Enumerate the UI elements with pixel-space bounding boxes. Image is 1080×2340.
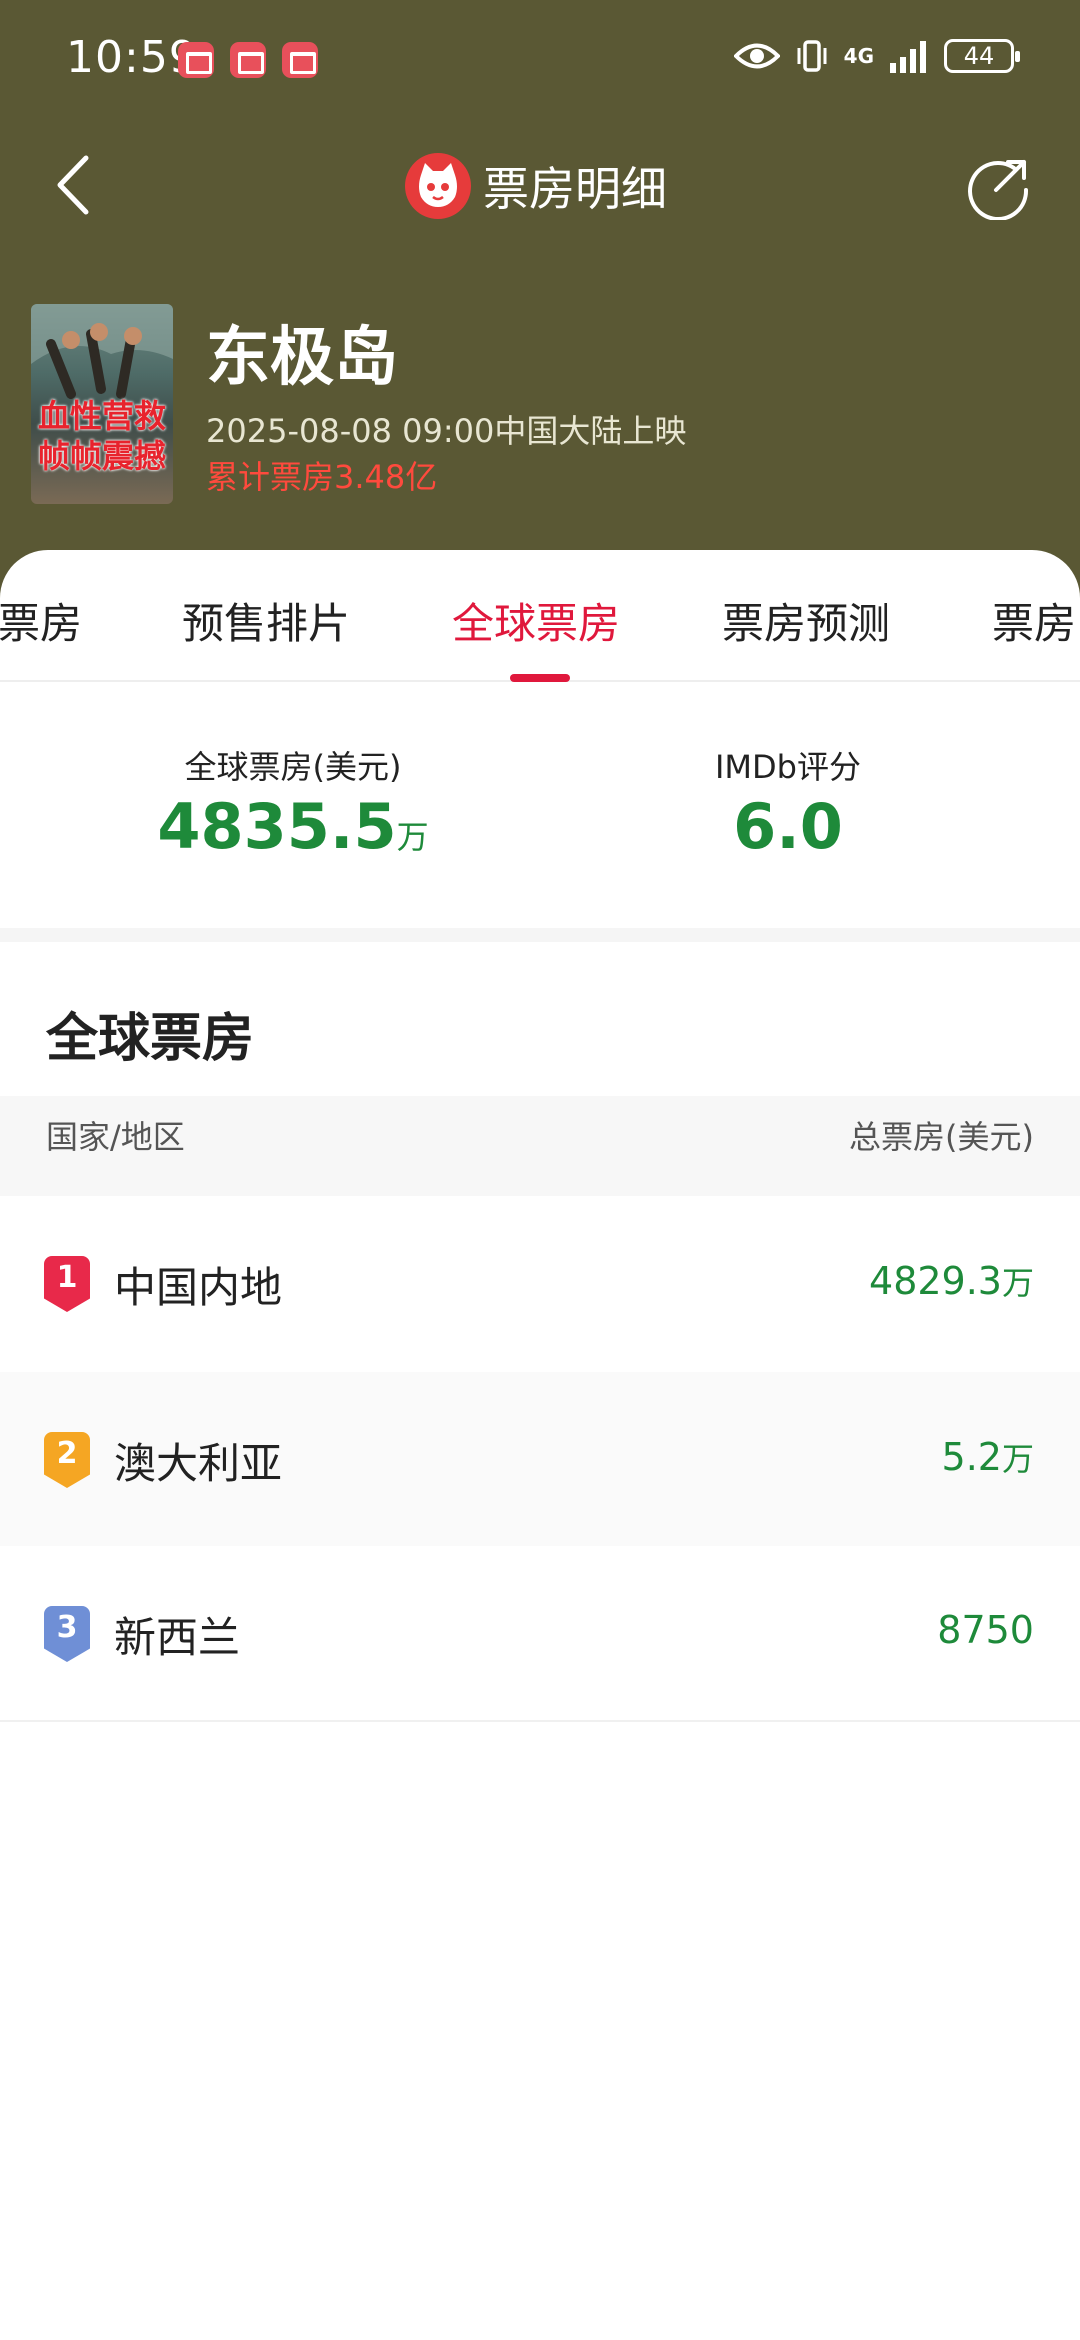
tab-global-box-office[interactable]: 全球票房 — [452, 590, 620, 651]
region-name: 中国内地 — [114, 1263, 283, 1312]
tab-box-office-more[interactable]: 票房 — [992, 590, 1076, 651]
rank-badge: 3 — [44, 1606, 90, 1662]
table-row: 3 新西兰 8750 — [0, 1546, 1080, 1720]
page-title: 票房明细 — [483, 162, 667, 216]
status-bar: 10:59 4G 44 — [0, 0, 1080, 120]
share-icon — [968, 160, 1029, 221]
global-box-office-value: 4835.5万 — [157, 790, 429, 863]
status-indicators: 4G 44 — [733, 38, 1020, 74]
movie-poster[interactable]: 血性营救 帧帧震撼 — [31, 304, 173, 504]
imdb-rating-value: 6.0 — [733, 790, 843, 863]
cumulative-box-office: 累计票房3.48亿 — [206, 458, 438, 496]
battery-level: 44 — [963, 42, 995, 70]
region-name: 新西兰 — [114, 1613, 241, 1662]
poster-tagline: 血性营救 帧帧震撼 — [37, 397, 166, 475]
table-row: 1 中国内地 4829.3万 — [0, 1196, 1080, 1370]
back-button[interactable] — [48, 150, 104, 220]
share-button[interactable] — [966, 154, 1032, 221]
table-bottom-border — [0, 1720, 1080, 1722]
nav-title-area: 票房明细 — [405, 150, 667, 222]
active-tab-indicator — [510, 674, 570, 682]
movie-title: 东极岛 — [206, 321, 398, 395]
region-box-office: 4829.3万 — [869, 1259, 1034, 1303]
global-box-office-label: 全球票房(美元) — [184, 748, 402, 786]
maoyan-cat-logo — [405, 153, 471, 219]
rank-badge: 1 — [44, 1256, 90, 1312]
tab-box-office[interactable]: 票房 — [0, 590, 82, 651]
chevron-left-icon — [57, 155, 89, 215]
rank-badge: 2 — [44, 1432, 90, 1488]
book-app-icon — [178, 42, 214, 78]
tab-box-office-forecast[interactable]: 票房预测 — [722, 590, 890, 651]
notification-icons — [178, 42, 318, 78]
table-row: 2 澳大利亚 5.2万 — [0, 1372, 1080, 1546]
column-header-total: 总票房(美元) — [849, 1118, 1034, 1156]
section-divider — [0, 928, 1080, 942]
tab-presale-schedule[interactable]: 预售排片 — [182, 590, 350, 651]
book-app-icon — [282, 42, 318, 78]
region-name: 澳大利亚 — [114, 1439, 283, 1488]
network-type: 4G — [843, 44, 874, 68]
tab-bar: 票房 预售排片 全球票房 票房预测 票房 — [0, 550, 1080, 682]
column-header-region: 国家/地区 — [46, 1118, 185, 1156]
section-title: 全球票房 — [46, 1009, 255, 1069]
battery-icon: 44 — [944, 39, 1020, 73]
release-info: 2025-08-08 09:00中国大陆上映 — [206, 412, 687, 450]
eye-icon — [733, 43, 780, 69]
table-header: 国家/地区 总票房(美元) — [0, 1096, 1080, 1196]
region-box-office: 5.2万 — [941, 1435, 1034, 1479]
region-box-office: 8750 — [937, 1608, 1034, 1652]
vibrate-icon — [797, 40, 827, 72]
book-app-icon — [230, 42, 266, 78]
signal-icon — [890, 41, 926, 73]
imdb-rating-label: IMDb评分 — [714, 748, 861, 786]
